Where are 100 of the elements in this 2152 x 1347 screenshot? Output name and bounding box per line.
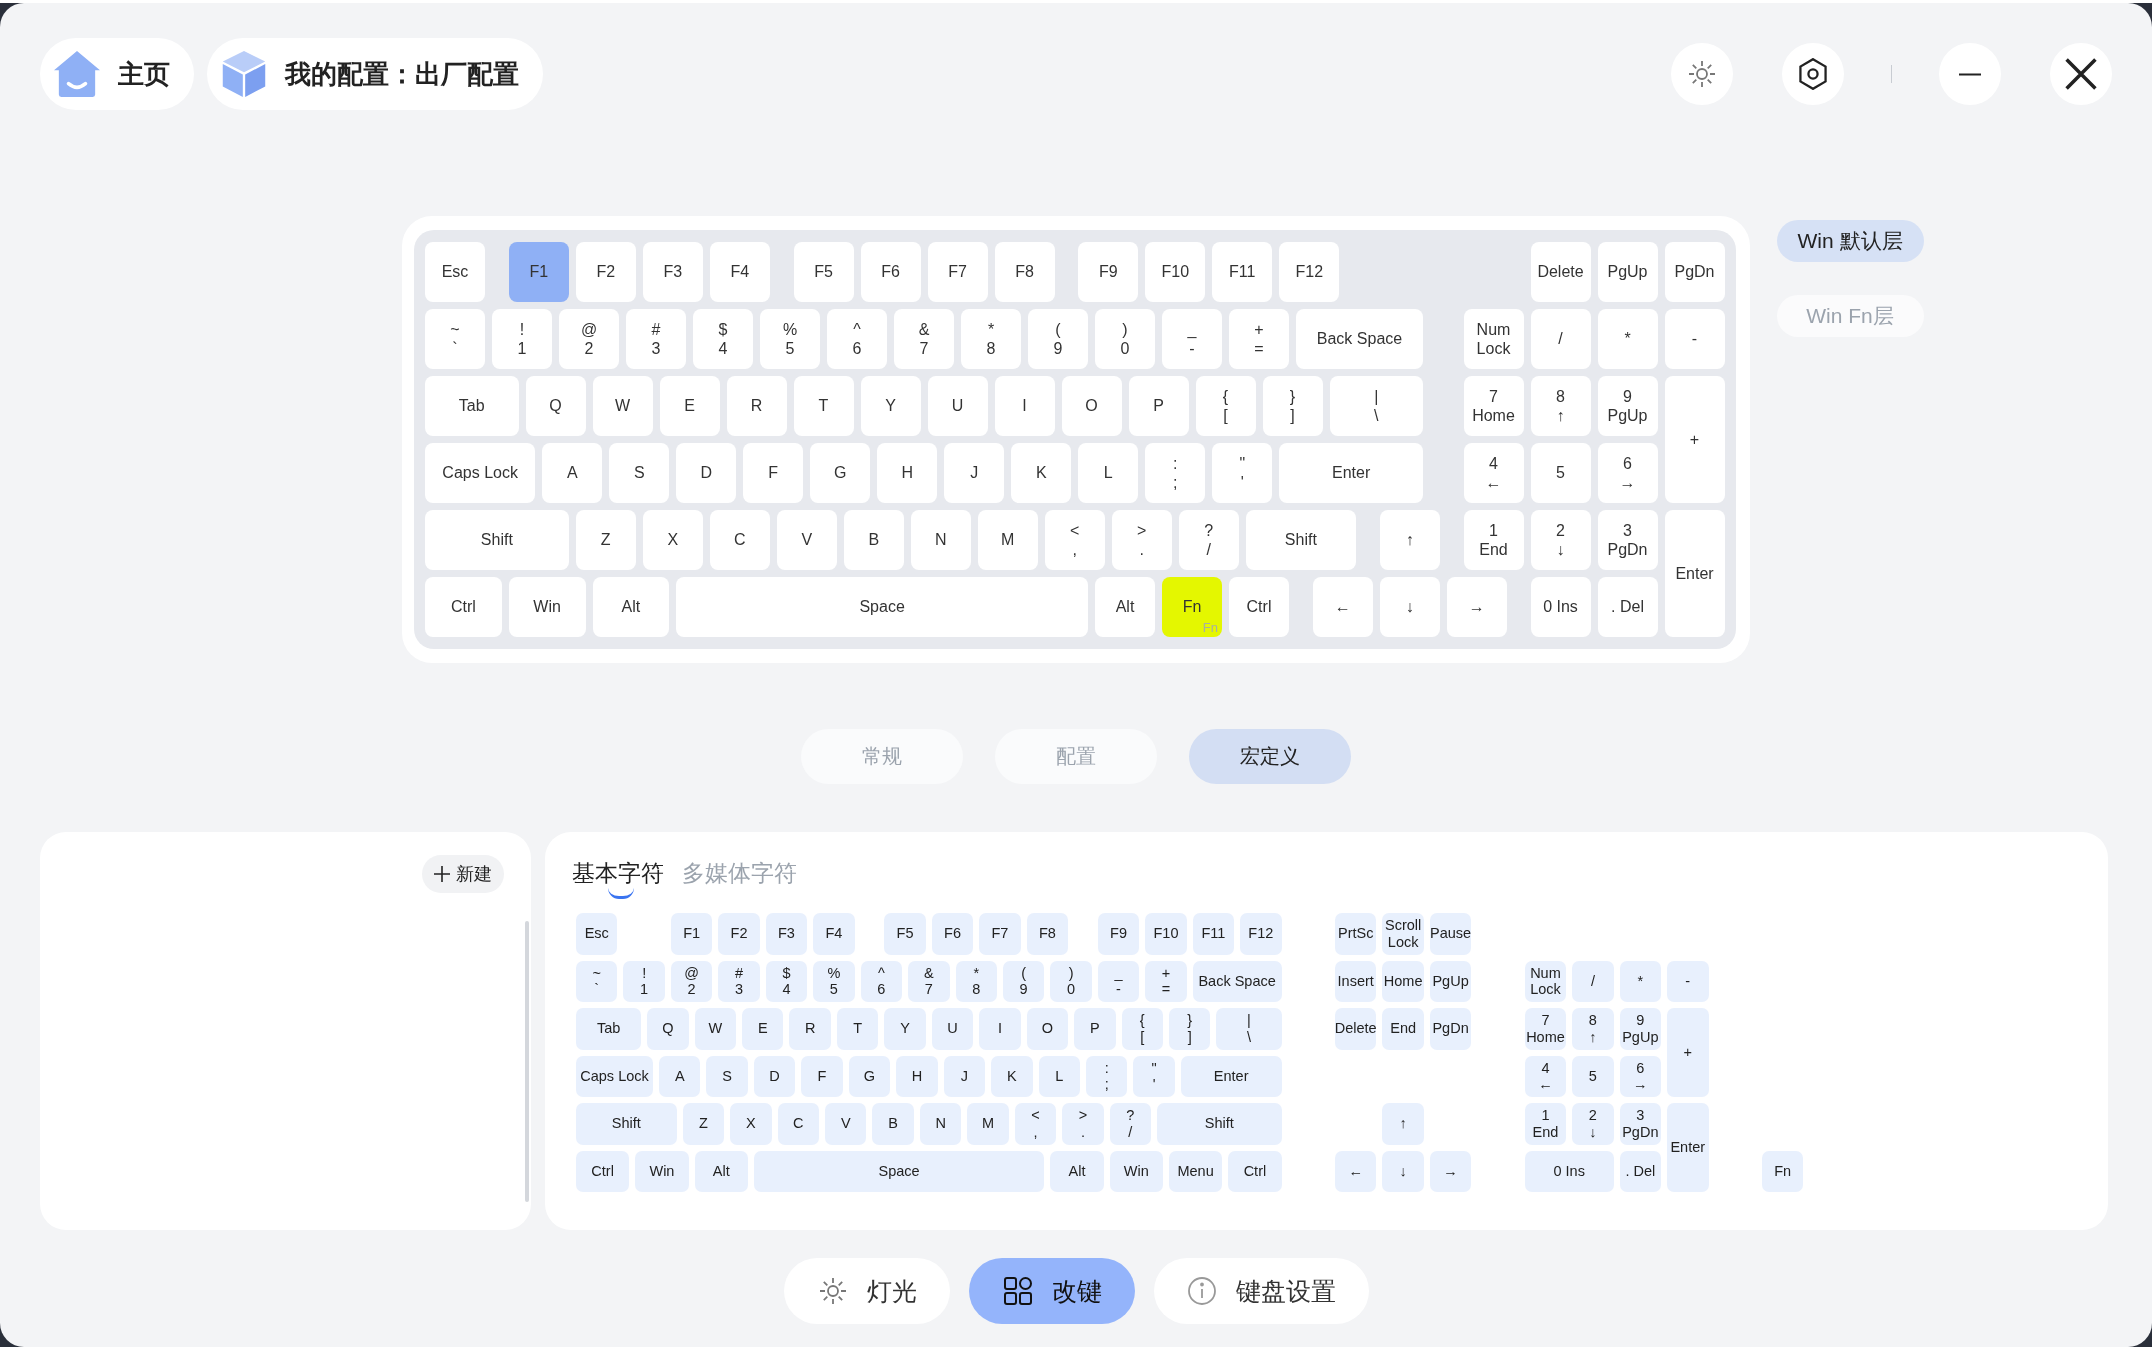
key[interactable]: F2 [575,242,636,302]
key[interactable]: 9 PgUp [1619,1008,1662,1050]
key[interactable]: F4 [813,913,855,955]
key[interactable]: F8 [994,242,1055,302]
key[interactable]: + [1664,376,1725,503]
key[interactable]: V [825,1103,867,1145]
key[interactable]: Enter [1667,1103,1709,1192]
new-button[interactable]: 新建 [422,855,504,893]
key[interactable]: E [742,1008,784,1050]
key[interactable]: B [872,1103,914,1145]
key[interactable]: K [991,1055,1033,1097]
key[interactable]: L [1078,443,1139,503]
nav-tab[interactable]: 灯光 [783,1258,950,1324]
key[interactable]: Insert [1335,960,1377,1002]
mode-tab[interactable]: 宏定义 [1189,729,1351,784]
key[interactable]: O [1061,376,1122,436]
key[interactable]: A [542,443,603,503]
key[interactable]: L [1038,1055,1080,1097]
profile-tab[interactable]: 我的配置：出厂配置 [207,38,543,110]
key[interactable]: Ctrl [1229,577,1289,637]
key[interactable]: Alt [694,1150,748,1192]
key[interactable]: F11 [1212,242,1273,302]
key[interactable]: 8 ↑ [1572,1008,1614,1050]
key[interactable]: Menu [1168,1150,1223,1192]
key[interactable]: V [776,510,837,570]
key[interactable]: > . [1062,1103,1104,1145]
key[interactable]: Enter [1180,1055,1282,1097]
key[interactable]: # 3 [626,309,686,369]
key[interactable]: T [836,1008,879,1050]
key[interactable]: F7 [927,242,988,302]
key[interactable]: F9 [1078,242,1139,302]
key[interactable]: < , [1044,510,1105,570]
key[interactable]: Esc [425,242,485,302]
key[interactable]: F2 [718,913,760,955]
key[interactable]: S [706,1055,748,1097]
key[interactable]: Z [575,510,636,570]
key[interactable]: ↓ [1382,1150,1424,1192]
key[interactable]: Pause [1429,913,1472,955]
key[interactable]: J [943,1055,986,1097]
key[interactable]: 5 [1530,443,1591,503]
key[interactable]: Y [884,1008,926,1050]
key[interactable]: 2 ↓ [1530,510,1591,570]
key[interactable]: Home [1382,960,1424,1002]
nav-tab[interactable]: 改键 [968,1258,1135,1324]
key[interactable]: Alt [1050,1150,1104,1192]
key[interactable]: Tab [425,376,519,436]
key[interactable]: . Del [1619,1150,1662,1192]
key[interactable]: M [977,510,1038,570]
key[interactable]: K [1011,443,1072,503]
key[interactable]: 1 End [1463,510,1524,570]
key[interactable]: : ; [1145,443,1206,503]
key[interactable]: _ - [1162,309,1222,369]
scrollbar[interactable] [525,921,529,1202]
key[interactable]: ! 1 [492,309,552,369]
key[interactable]: % 5 [813,960,855,1002]
key[interactable]: - [1667,960,1709,1002]
picker-tab[interactable]: 基本字符 [572,858,664,901]
key[interactable]: 6 → [1597,443,1658,503]
key[interactable]: PgUp [1429,960,1472,1002]
key[interactable]: " ' [1212,443,1273,503]
key[interactable]: ← [1335,1150,1377,1192]
nav-tab[interactable]: 键盘设置 [1153,1258,1369,1324]
key[interactable]: H [896,1055,938,1097]
key[interactable]: @ 2 [559,309,619,369]
key[interactable]: + [1667,1008,1709,1097]
key[interactable]: 6 → [1619,1055,1662,1097]
key[interactable]: 1 End [1524,1103,1567,1145]
key[interactable]: B [843,510,904,570]
key[interactable]: → [1446,577,1507,637]
key[interactable]: & 7 [908,960,950,1002]
key[interactable]: S [609,443,670,503]
key[interactable]: F11 [1192,913,1235,955]
key[interactable]: Ctrl [576,1150,630,1192]
key[interactable]: F [743,443,804,503]
key[interactable]: ~ ` [425,309,485,369]
key[interactable]: ) 0 [1095,309,1155,369]
key[interactable]: F3 [765,913,808,955]
key[interactable]: Back Space [1192,960,1282,1002]
key[interactable]: Q [525,376,586,436]
key[interactable]: 7 Home [1463,376,1524,436]
key[interactable]: E [659,376,720,436]
key[interactable]: Num Lock [1524,960,1567,1002]
key[interactable]: R [726,376,787,436]
key[interactable]: . Del [1597,577,1658,637]
key[interactable]: Enter [1664,510,1725,637]
key[interactable]: | \ [1329,376,1423,436]
key[interactable]: ~ ` [576,960,618,1002]
key[interactable]: + = [1145,960,1187,1002]
key[interactable]: / [1530,309,1591,369]
key[interactable]: { [ [1121,1008,1163,1050]
key[interactable]: PgUp [1597,242,1658,302]
key[interactable]: F8 [1026,913,1069,955]
key[interactable]: * 8 [961,309,1021,369]
key[interactable]: { [ [1195,376,1256,436]
key[interactable]: < , [1014,1103,1057,1145]
key[interactable]: F12 [1279,242,1340,302]
key[interactable]: F6 [931,913,974,955]
key[interactable]: $ 4 [693,309,753,369]
key[interactable]: Win [1109,1150,1163,1192]
key[interactable]: F5 [884,913,926,955]
